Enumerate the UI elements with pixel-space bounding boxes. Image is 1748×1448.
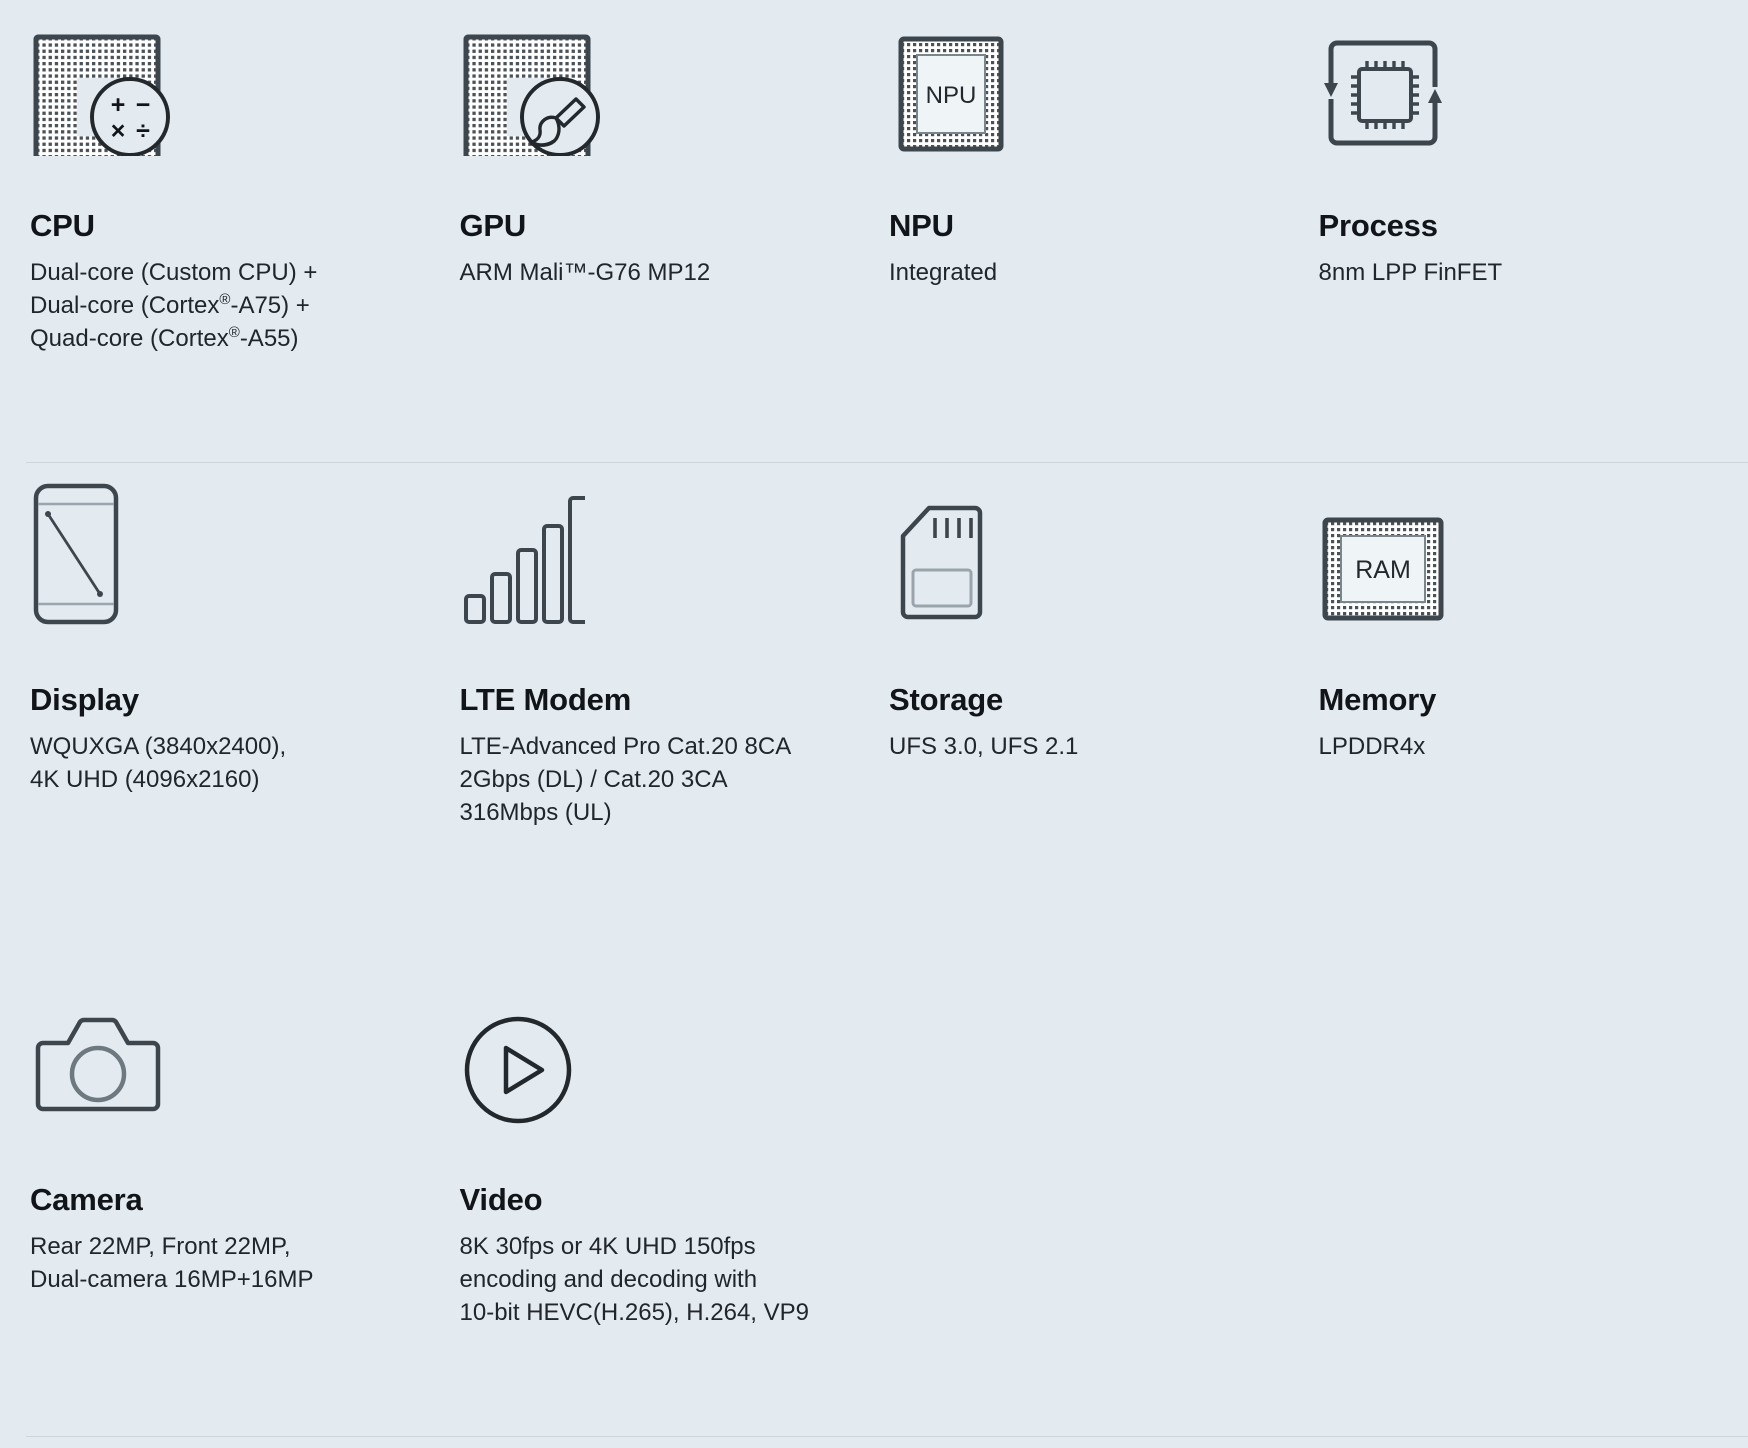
spec-desc-video: 8K 30fps or 4K UHD 150fps encoding and d… [460, 1230, 866, 1329]
ram-chip-icon: RAM [1319, 480, 1725, 628]
spec-desc-text: Rear 22MP, Front 22MP, Dual-camera 16MP+… [30, 1232, 314, 1293]
svg-text:+: + [111, 91, 126, 119]
svg-text:×: × [111, 117, 126, 145]
spec-desc-memory: LPDDR4x [1319, 730, 1725, 763]
spec-desc-lte-modem: LTE-Advanced Pro Cat.20 8CA 2Gbps (DL) /… [460, 730, 866, 829]
spec-title-npu: NPU [889, 208, 954, 243]
display-phone-diagonal-icon [30, 480, 436, 628]
spec-title-camera: Camera [30, 1182, 143, 1217]
ram-chip-label: RAM [1355, 556, 1411, 584]
npu-chip-label: NPU [926, 82, 977, 109]
camera-icon [30, 998, 436, 1128]
spec-desc-text: Dual-core (Custom CPU) + Dual-core (Cort… [30, 258, 318, 352]
spec-desc-text: LTE-Advanced Pro Cat.20 8CA 2Gbps (DL) /… [459, 732, 792, 826]
spec-cell-cpu: + − × ÷ CPU Dual-core (Custom CPU) + Dua… [30, 26, 460, 355]
spec-desc-process: 8nm LPP FinFET [1319, 256, 1725, 289]
spec-cell-npu: NPU NPU Integrated [889, 26, 1319, 289]
spec-cell-gpu: GPU ARM Mali™-G76 MP12 [460, 26, 890, 289]
spec-title-display: Display [30, 682, 139, 717]
spec-desc-camera: Rear 22MP, Front 22MP, Dual-camera 16MP+… [30, 1230, 436, 1296]
npu-chip-icon: NPU [889, 26, 1295, 156]
spec-title-gpu: GPU [459, 208, 527, 243]
spec-cell-camera: Camera Rear 22MP, Front 22MP, Dual-camer… [30, 998, 460, 1296]
process-cycle-chip-icon [1319, 26, 1725, 156]
spec-desc-text: Integrated [889, 258, 998, 286]
spec-row-3: Camera Rear 22MP, Front 22MP, Dual-camer… [0, 974, 1748, 1440]
spec-desc-npu: Integrated [889, 256, 1295, 289]
spec-cell-display: Display WQUXGA (3840x2400), 4K UHD (4096… [30, 480, 460, 796]
spec-desc-storage: UFS 3.0, UFS 2.1 [889, 730, 1295, 763]
spec-sheet: + − × ÷ CPU Dual-core (Custom CPU) + Dua… [0, 0, 1748, 1448]
sd-card-icon [889, 480, 1295, 628]
signal-bars-icon [460, 480, 866, 628]
spec-title-memory: Memory [1318, 682, 1437, 717]
spec-desc-text: 8nm LPP FinFET [1318, 258, 1503, 286]
spec-title-storage: Storage [889, 682, 1004, 717]
spec-title-lte-modem: LTE Modem [459, 682, 632, 717]
spec-cell-memory: RAM Memory LPDDR4x [1319, 480, 1748, 763]
spec-row-1: + − × ÷ CPU Dual-core (Custom CPU) + Dua… [0, 0, 1748, 463]
spec-cell-storage: Storage UFS 3.0, UFS 2.1 [889, 480, 1319, 763]
video-play-circle-icon [460, 998, 866, 1128]
spec-title-cpu: CPU [30, 208, 95, 243]
spec-desc-cpu: Dual-core (Custom CPU) + Dual-core (Cort… [30, 256, 436, 355]
spec-desc-text: LPDDR4x [1318, 732, 1426, 760]
spec-desc-text: WQUXGA (3840x2400), 4K UHD (4096x2160) [30, 732, 287, 793]
spec-cell-lte-modem: LTE Modem LTE-Advanced Pro Cat.20 8CA 2G… [460, 480, 890, 829]
svg-text:−: − [136, 91, 151, 119]
svg-text:÷: ÷ [136, 117, 150, 145]
spec-cell-process: Process 8nm LPP FinFET [1319, 26, 1748, 289]
spec-desc-text: 8K 30fps or 4K UHD 150fps encoding and d… [459, 1232, 810, 1326]
cpu-chip-calculator-icon: + − × ÷ [30, 26, 436, 156]
spec-row-2: Display WQUXGA (3840x2400), 4K UHD (4096… [0, 462, 1748, 1437]
spec-title-process: Process [1318, 208, 1438, 243]
spec-desc-text: ARM Mali™-G76 MP12 [459, 258, 711, 286]
spec-desc-text: UFS 3.0, UFS 2.1 [889, 732, 1079, 760]
spec-desc-display: WQUXGA (3840x2400), 4K UHD (4096x2160) [30, 730, 436, 796]
spec-title-video: Video [459, 1182, 543, 1217]
spec-cell-video: Video 8K 30fps or 4K UHD 150fps encoding… [460, 998, 890, 1329]
spec-desc-gpu: ARM Mali™-G76 MP12 [460, 256, 866, 289]
gpu-chip-brush-icon [460, 26, 866, 156]
